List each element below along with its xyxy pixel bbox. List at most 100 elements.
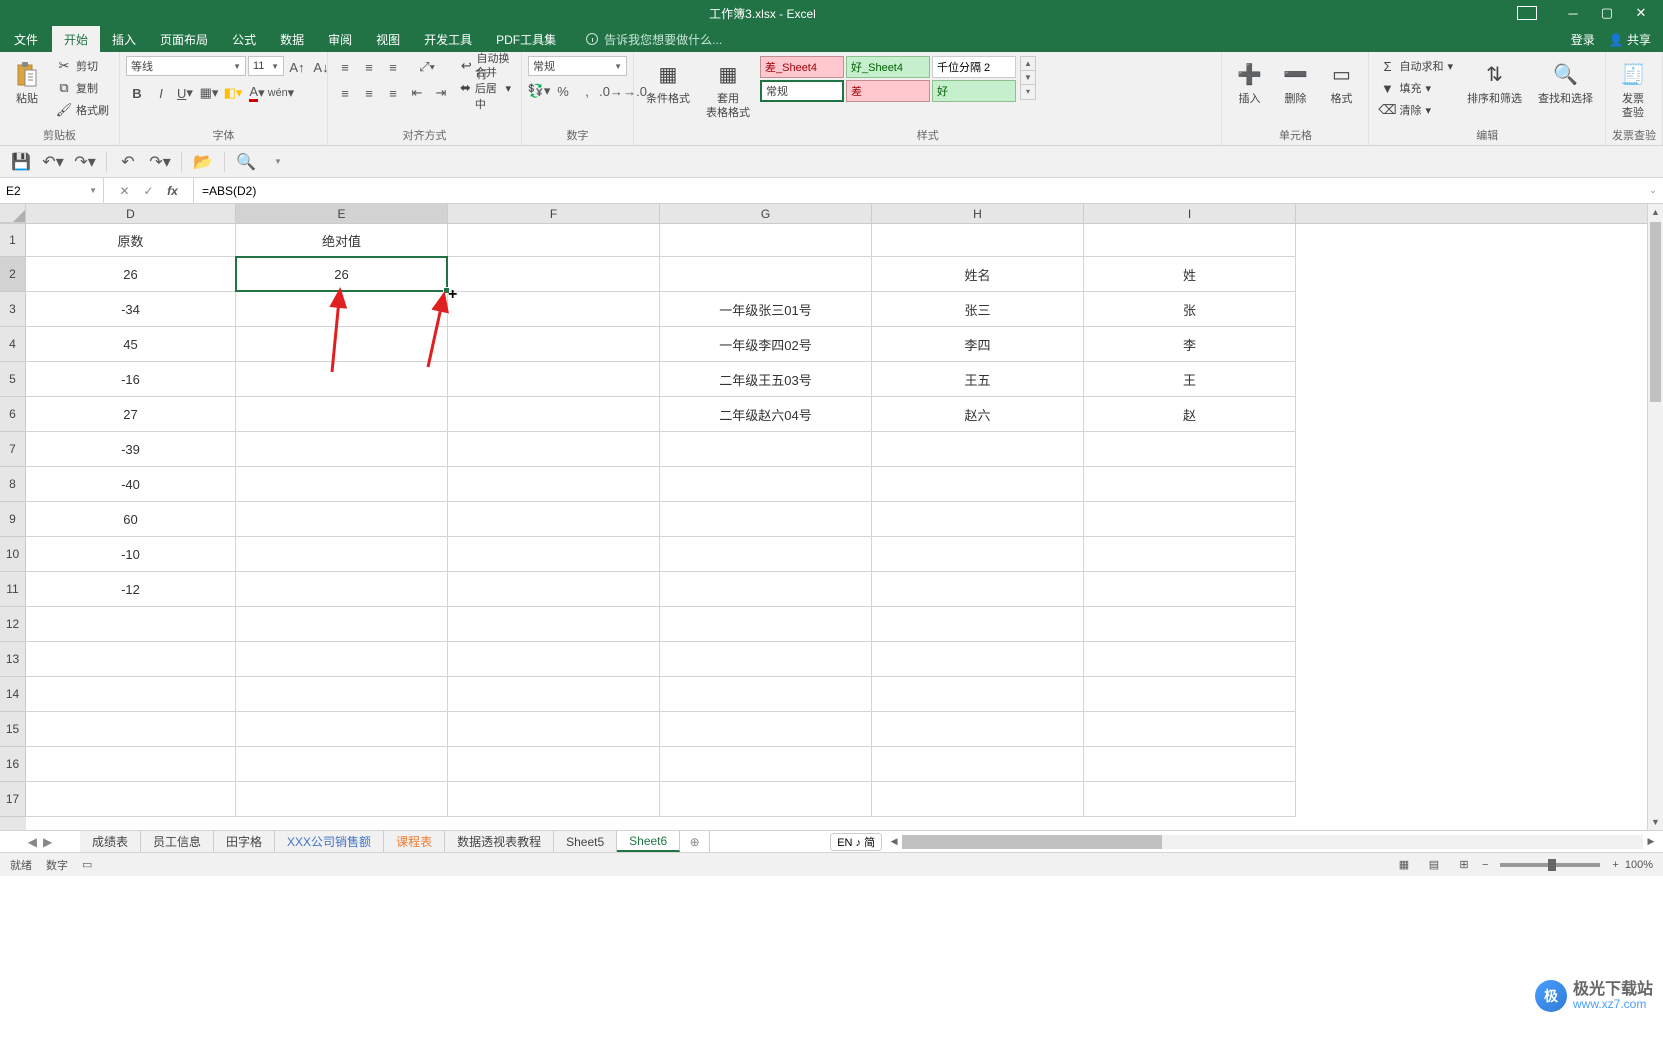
bold-button[interactable]: B (126, 82, 148, 104)
cell-F16[interactable] (448, 747, 660, 782)
cell-F1[interactable] (448, 224, 660, 257)
sheet-tab-田字格[interactable]: 田字格 (214, 831, 275, 852)
cell-H16[interactable] (872, 747, 1084, 782)
redo-icon[interactable]: ↷▾ (74, 151, 96, 173)
cell-F11[interactable] (448, 572, 660, 607)
row-header-5[interactable]: 5 (0, 362, 26, 397)
cell-styles-gallery[interactable]: 差_Sheet4 好_Sheet4 千位分隔 2 常规 差 好 (760, 56, 1016, 102)
column-header-E[interactable]: E (236, 204, 448, 223)
cell-G3[interactable]: 一年级张三01号 (660, 292, 872, 327)
phonetic-button[interactable]: wén▾ (270, 82, 292, 104)
cell-E11[interactable] (236, 572, 448, 607)
cell-H7[interactable] (872, 432, 1084, 467)
qat-customize-icon[interactable]: ▼ (267, 151, 289, 173)
cell-G7[interactable] (660, 432, 872, 467)
cell-G1[interactable] (660, 224, 872, 257)
row-header-8[interactable]: 8 (0, 467, 26, 502)
insert-function-icon[interactable]: fx (163, 184, 183, 198)
cell-H14[interactable] (872, 677, 1084, 712)
cell-I13[interactable] (1084, 642, 1296, 677)
cell-E12[interactable] (236, 607, 448, 642)
cell-F12[interactable] (448, 607, 660, 642)
cell-I3[interactable]: 张 (1084, 292, 1296, 327)
tell-me[interactable]: 告诉我您想要做什么... (586, 26, 722, 52)
sheet-tab-课程表[interactable]: 课程表 (384, 831, 445, 852)
scroll-thumb[interactable] (1650, 222, 1661, 402)
cell-I10[interactable] (1084, 537, 1296, 572)
cell-G10[interactable] (660, 537, 872, 572)
row-header-9[interactable]: 9 (0, 502, 26, 537)
minimize-button[interactable]: ─ (1563, 6, 1583, 21)
row-header-12[interactable]: 12 (0, 607, 26, 642)
cell-D7[interactable]: -39 (26, 432, 236, 467)
cell-F8[interactable] (448, 467, 660, 502)
accounting-format-icon[interactable]: 💱▾ (528, 80, 550, 102)
column-header-D[interactable]: D (26, 204, 236, 223)
formula-input[interactable]: =ABS(D2) (194, 178, 1643, 203)
align-left-icon[interactable]: ≡ (334, 82, 356, 104)
sheet-tab-成绩表[interactable]: 成绩表 (80, 831, 141, 852)
scroll-left-icon[interactable]: ◀ (886, 836, 902, 847)
border-button[interactable]: ▦▾ (198, 82, 220, 104)
cell-D5[interactable]: -16 (26, 362, 236, 397)
underline-button[interactable]: U▾ (174, 82, 196, 104)
column-header-G[interactable]: G (660, 204, 872, 223)
cell-D3[interactable]: -34 (26, 292, 236, 327)
hscroll-thumb[interactable] (902, 835, 1162, 849)
zoom-in-icon[interactable]: + (1612, 859, 1618, 871)
align-top-icon[interactable]: ≡ (334, 56, 356, 78)
cell-H1[interactable] (872, 224, 1084, 257)
cell-I11[interactable] (1084, 572, 1296, 607)
cell-F7[interactable] (448, 432, 660, 467)
italic-button[interactable]: I (150, 82, 172, 104)
cell-G13[interactable] (660, 642, 872, 677)
cell-D11[interactable]: -12 (26, 572, 236, 607)
cell-H3[interactable]: 张三 (872, 292, 1084, 327)
find-select-button[interactable]: 🔍查找和选择 (1532, 56, 1599, 110)
cell-D6[interactable]: 27 (26, 397, 236, 432)
enter-formula-icon[interactable]: ✓ (139, 184, 159, 198)
cell-F15[interactable] (448, 712, 660, 747)
cell-G11[interactable] (660, 572, 872, 607)
cell-F10[interactable] (448, 537, 660, 572)
row-header-13[interactable]: 13 (0, 642, 26, 677)
sheet-tab-数据透视表教程[interactable]: 数据透视表教程 (445, 831, 554, 852)
cell-H12[interactable] (872, 607, 1084, 642)
tab-view[interactable]: 视图 (364, 26, 412, 52)
row-header-10[interactable]: 10 (0, 537, 26, 572)
maximize-button[interactable]: ▢ (1597, 5, 1617, 21)
cell-I2[interactable]: 姓 (1084, 257, 1296, 292)
tab-insert[interactable]: 插入 (100, 26, 148, 52)
cell-E4[interactable] (236, 327, 448, 362)
cell-F6[interactable] (448, 397, 660, 432)
cell-D14[interactable] (26, 677, 236, 712)
tab-home[interactable]: 开始 (52, 26, 100, 52)
spreadsheet[interactable]: DEFGHI 1234567891011121314151617 原数绝对值26… (0, 204, 1663, 830)
cell-F14[interactable] (448, 677, 660, 712)
cell-D8[interactable]: -40 (26, 467, 236, 502)
cell-E9[interactable] (236, 502, 448, 537)
percent-format-icon[interactable]: % (552, 80, 574, 102)
format-cells-button[interactable]: ▭格式 (1320, 56, 1362, 110)
tab-page-layout[interactable]: 页面布局 (148, 26, 220, 52)
align-bottom-icon[interactable]: ≡ (382, 56, 404, 78)
cell-E1[interactable]: 绝对值 (236, 224, 448, 257)
cell-E7[interactable] (236, 432, 448, 467)
open-icon[interactable]: 📂 (192, 151, 214, 173)
delete-cells-button[interactable]: ➖删除 (1274, 56, 1316, 110)
undo-arrow-icon[interactable]: ↶ (117, 151, 139, 173)
cell-H13[interactable] (872, 642, 1084, 677)
row-header-16[interactable]: 16 (0, 747, 26, 782)
row-header-15[interactable]: 15 (0, 712, 26, 747)
cell-I12[interactable] (1084, 607, 1296, 642)
cancel-formula-icon[interactable]: ✕ (115, 184, 135, 198)
login-button[interactable]: 登录 (1571, 31, 1595, 48)
cell-F17[interactable] (448, 782, 660, 817)
copy-button[interactable]: ⧉复制 (52, 78, 113, 98)
scroll-down-icon[interactable]: ▼ (1648, 814, 1663, 830)
cell-F3[interactable] (448, 292, 660, 327)
fill-color-button[interactable]: ◧▾ (222, 82, 244, 104)
cell-G5[interactable]: 二年级王五03号 (660, 362, 872, 397)
sheet-tab-员工信息[interactable]: 员工信息 (141, 831, 214, 852)
cell-I8[interactable] (1084, 467, 1296, 502)
